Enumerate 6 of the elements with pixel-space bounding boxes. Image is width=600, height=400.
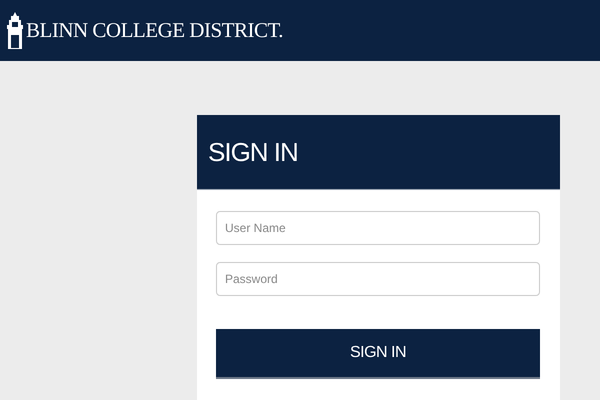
- logo-text: BLINN COLLEGE DISTRICT.: [26, 16, 283, 44]
- sign-in-title: SIGN IN: [208, 136, 298, 168]
- sign-in-button[interactable]: SIGN IN: [216, 329, 540, 379]
- bell-tower-icon: [6, 10, 24, 50]
- input-field[interactable]: User Name: [216, 211, 540, 245]
- input-field[interactable]: Password: [216, 262, 540, 296]
